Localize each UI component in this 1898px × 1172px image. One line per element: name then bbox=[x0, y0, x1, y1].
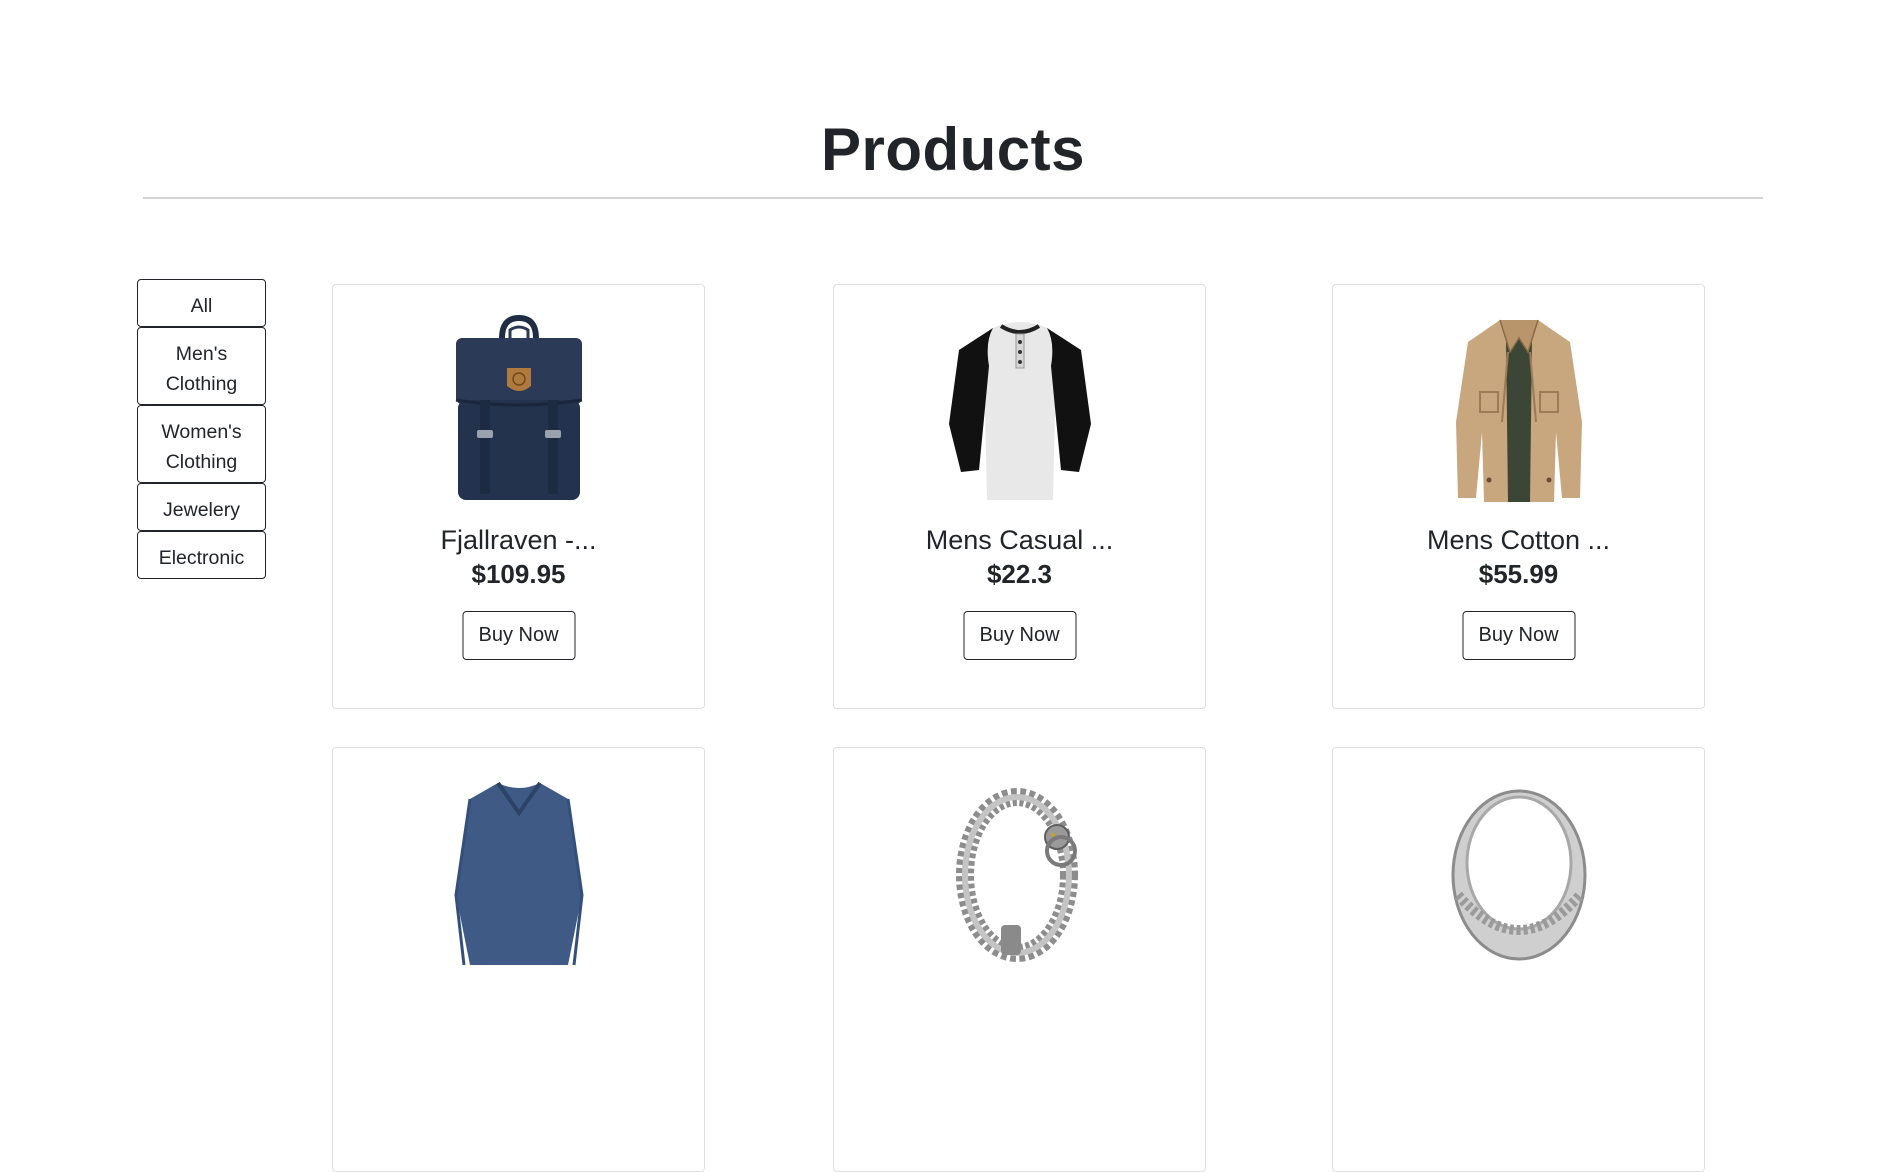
product-image-silver-ring bbox=[1333, 775, 1704, 967]
buy-now-button[interactable]: Buy Now bbox=[1462, 611, 1575, 660]
filter-mens-clothing-button[interactable]: Men's Clothing bbox=[137, 327, 266, 405]
product-card bbox=[833, 747, 1206, 1172]
product-card: Fjallraven -... $109.95 Buy Now bbox=[332, 284, 705, 709]
filter-all-button[interactable]: All bbox=[137, 279, 266, 327]
page-title: Products bbox=[820, 116, 1086, 183]
product-image-dragon-bracelet bbox=[834, 775, 1205, 967]
product-card: Mens Casual ... $22.3 Buy Now bbox=[833, 284, 1206, 709]
filter-womens-clothing-button[interactable]: Women's Clothing bbox=[137, 405, 266, 483]
title-divider bbox=[143, 197, 1763, 199]
buy-now-button[interactable]: Buy Now bbox=[963, 611, 1076, 660]
buy-now-button[interactable]: Buy Now bbox=[462, 611, 575, 660]
product-name[interactable]: Fjallraven -... bbox=[333, 523, 704, 557]
product-name[interactable]: Mens Cotton ... bbox=[1333, 523, 1704, 557]
product-card: Mens Cotton ... $55.99 Buy Now bbox=[1332, 284, 1705, 709]
product-name[interactable]: Mens Casual ... bbox=[834, 523, 1205, 557]
product-image-backpack bbox=[333, 312, 704, 504]
product-image-long-sleeve-shirt bbox=[333, 775, 704, 967]
product-price: $22.3 bbox=[986, 559, 1053, 589]
product-image-raglan-t-shirt bbox=[834, 312, 1205, 504]
filter-electronic-button[interactable]: Electronic bbox=[137, 531, 266, 579]
product-price: $55.99 bbox=[1478, 559, 1559, 589]
category-filter-list: All Men's Clothing Women's Clothing Jewe… bbox=[137, 279, 266, 579]
filter-jewelery-button[interactable]: Jewelery bbox=[137, 483, 266, 531]
product-card bbox=[332, 747, 705, 1172]
product-card bbox=[1332, 747, 1705, 1172]
product-image-cotton-jacket bbox=[1333, 312, 1704, 504]
product-price: $109.95 bbox=[471, 559, 566, 589]
